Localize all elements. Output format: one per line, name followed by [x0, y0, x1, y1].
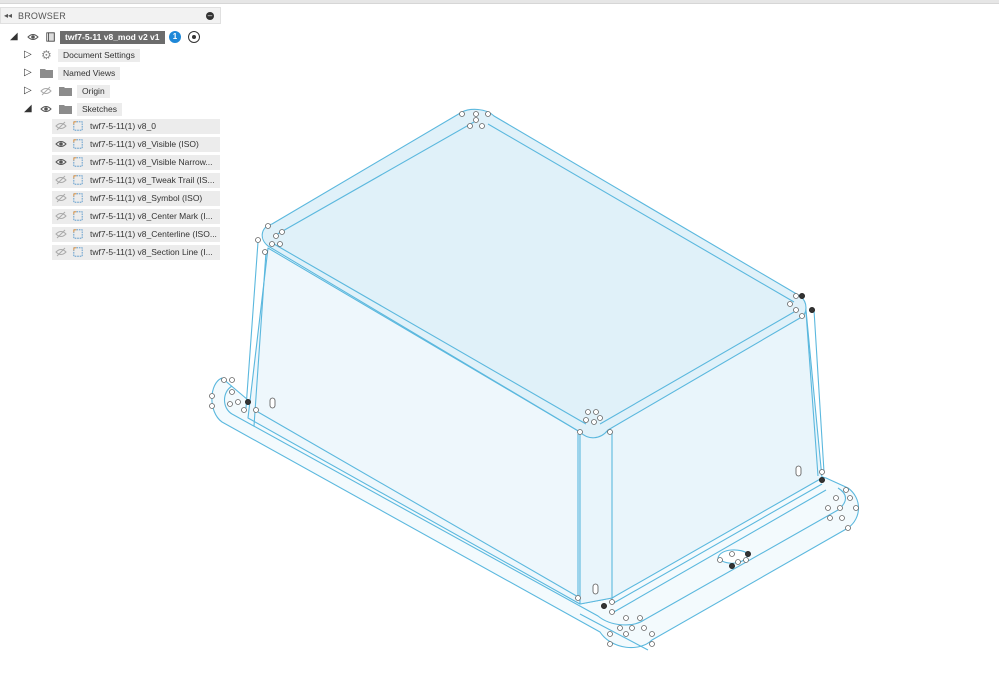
browser-item-document-settings[interactable]: ▷ ⚙ Document Settings	[0, 48, 222, 62]
browser-item-named-views[interactable]: ▷ Named Views	[0, 66, 222, 80]
browser-title: BROWSER	[18, 11, 66, 21]
eye-hidden-icon[interactable]	[55, 175, 67, 185]
eye-hidden-icon[interactable]	[55, 121, 67, 131]
expand-triangle-icon[interactable]: ▷	[24, 66, 32, 80]
sketch-item[interactable]: twf7-5-11(1) v8_Section Line (I...	[52, 245, 220, 260]
sketch-icon	[73, 139, 83, 149]
sketch-icon	[73, 175, 83, 185]
sketch-item[interactable]: twf7-5-11(1) v8_Symbol (ISO)	[52, 191, 220, 206]
root-component-label[interactable]: twf7-5-11 v8_mod v2 v1	[60, 31, 165, 44]
sketch-label[interactable]: twf7-5-11(1) v8_Section Line (I...	[90, 246, 213, 259]
sketch-icon	[73, 193, 83, 203]
sketch-label[interactable]: twf7-5-11(1) v8_Visible Narrow...	[90, 156, 213, 169]
browser-item-sketches[interactable]: ◢ Sketches	[0, 102, 222, 116]
folder-icon	[59, 105, 72, 114]
eye-icon[interactable]	[27, 32, 39, 42]
enclosure-model[interactable]	[211, 108, 860, 651]
active-badge-icon[interactable]: 1	[169, 31, 181, 43]
sketch-item[interactable]: twf7-5-11(1) v8_Tweak Trail (IS...	[52, 173, 220, 188]
sketch-label[interactable]: twf7-5-11(1) v8_0	[90, 120, 156, 133]
collapse-triangle-icon[interactable]: ◢	[10, 30, 18, 44]
sketch-icon	[73, 211, 83, 221]
eye-hidden-icon[interactable]	[55, 229, 67, 239]
sketch-item[interactable]: twf7-5-11(1) v8_Centerline (ISO...	[52, 227, 220, 242]
sketch-item[interactable]: twf7-5-11(1) v8_Center Mark (I...	[52, 209, 220, 224]
sketch-label[interactable]: twf7-5-11(1) v8_Symbol (ISO)	[90, 192, 202, 205]
activate-radio-icon[interactable]	[188, 31, 200, 43]
browser-item-label[interactable]: Named Views	[58, 67, 121, 80]
browser-item-origin[interactable]: ▷ Origin	[0, 84, 222, 98]
folder-icon	[59, 87, 72, 96]
eye-icon[interactable]	[40, 104, 52, 114]
folder-icon	[40, 69, 53, 78]
sketch-label[interactable]: twf7-5-11(1) v8_Center Mark (I...	[90, 210, 213, 223]
eye-hidden-icon[interactable]	[55, 247, 67, 257]
browser-item-label[interactable]: Sketches	[77, 103, 122, 116]
eye-hidden-icon[interactable]	[40, 86, 52, 96]
expand-triangle-icon[interactable]: ▷	[24, 48, 32, 62]
browser-panel: ◂◂ BROWSER – ◢ twf7-5-11 v8_mod v2 v1 1 …	[0, 7, 222, 267]
sketch-icon	[73, 247, 83, 257]
sketch-item[interactable]: twf7-5-11(1) v8_Visible Narrow...	[52, 155, 220, 170]
sketch-icon	[73, 229, 83, 239]
sketch-label[interactable]: twf7-5-11(1) v8_Centerline (ISO...	[90, 228, 217, 241]
collapse-triangle-icon[interactable]: ◢	[24, 102, 32, 116]
sketch-icon	[73, 157, 83, 167]
collapse-panel-icon[interactable]: ◂◂	[4, 11, 12, 20]
sketch-label[interactable]: twf7-5-11(1) v8_Visible (ISO)	[90, 138, 199, 151]
expand-triangle-icon[interactable]: ▷	[24, 84, 32, 98]
browser-root-row[interactable]: ◢ twf7-5-11 v8_mod v2 v1 1	[0, 30, 222, 44]
eye-icon[interactable]	[55, 157, 67, 167]
sketch-icon	[73, 121, 83, 131]
eye-hidden-icon[interactable]	[55, 193, 67, 203]
component-icon	[46, 32, 55, 42]
browser-header: ◂◂ BROWSER –	[0, 7, 221, 24]
gear-icon: ⚙	[41, 48, 52, 62]
browser-item-label[interactable]: Origin	[77, 85, 110, 98]
sketch-item[interactable]: twf7-5-11(1) v8_0	[52, 119, 220, 134]
browser-item-label[interactable]: Document Settings	[58, 49, 140, 62]
sketch-item[interactable]: twf7-5-11(1) v8_Visible (ISO)	[52, 137, 220, 152]
minimize-icon[interactable]: –	[206, 12, 214, 20]
sketch-label[interactable]: twf7-5-11(1) v8_Tweak Trail (IS...	[90, 174, 215, 187]
eye-icon[interactable]	[55, 139, 67, 149]
eye-hidden-icon[interactable]	[55, 211, 67, 221]
